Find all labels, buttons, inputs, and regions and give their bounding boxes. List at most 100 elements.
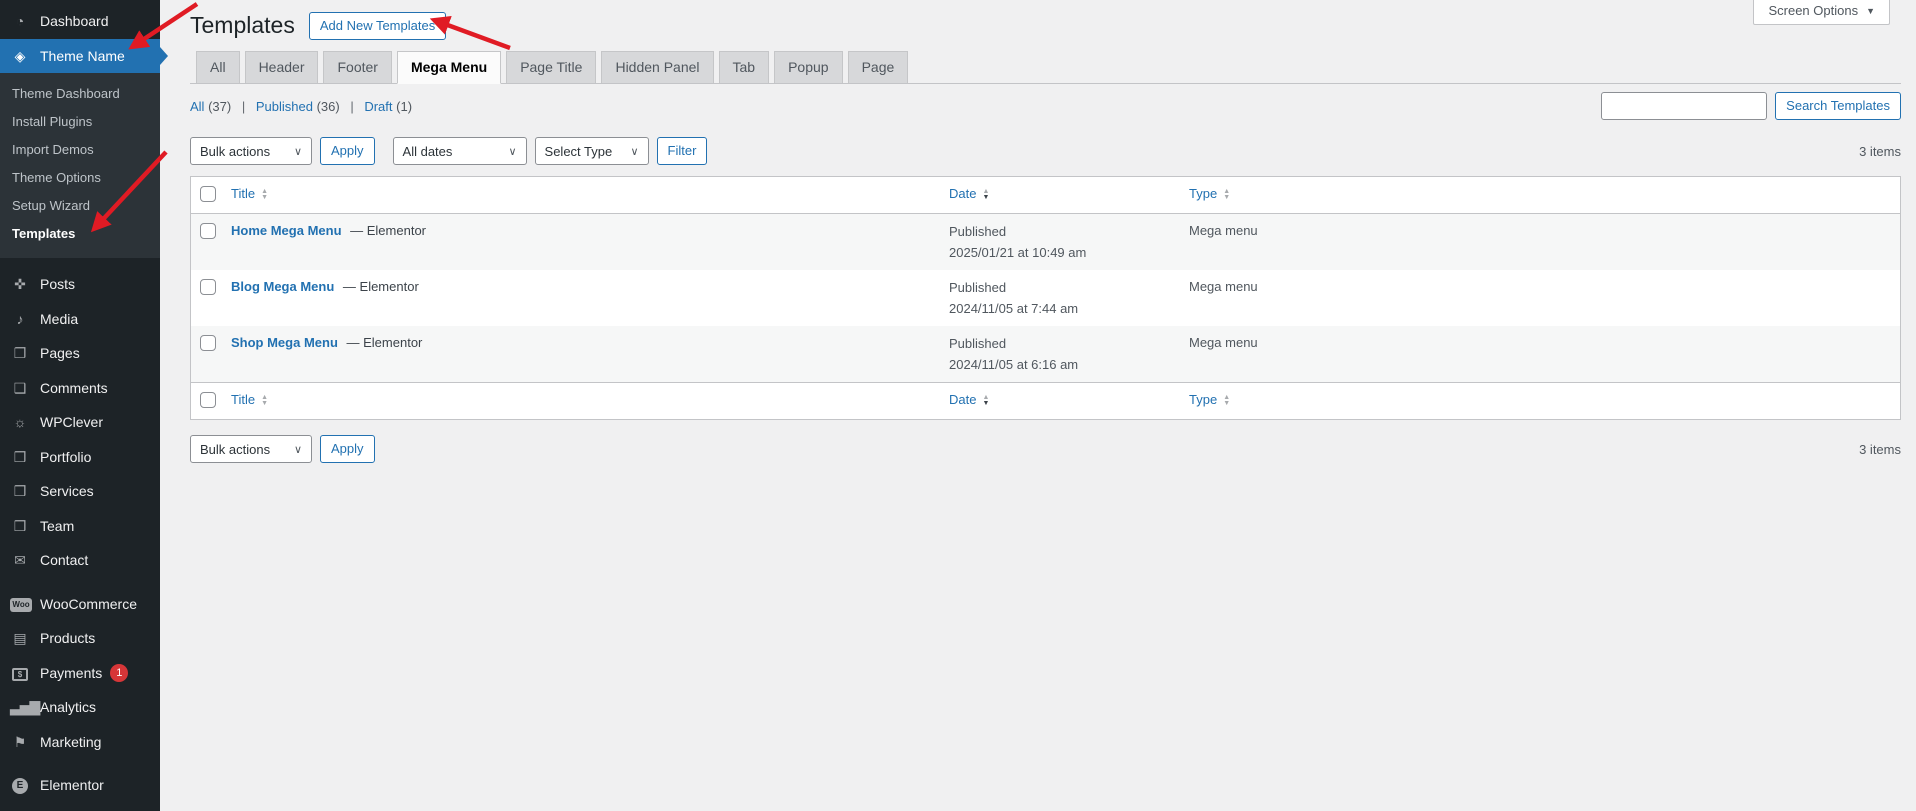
sort-by-type[interactable]: Type <box>1189 186 1217 201</box>
sort-arrows-icon: ▲ ▼ <box>982 187 990 201</box>
tab-page-title[interactable]: Page Title <box>506 51 597 83</box>
sidebar-separator <box>0 759 160 768</box>
bulk-actions-select[interactable]: Bulk actions ∨ <box>190 137 312 165</box>
tab-all[interactable]: All <box>196 51 240 83</box>
screen-options-button[interactable]: Screen Options ▼ <box>1753 0 1890 25</box>
sidebar-item-templates-current[interactable]: Templates <box>0 220 160 248</box>
archive-box-icon: ▤ <box>13 630 27 647</box>
row-status: Published <box>949 280 1007 295</box>
sidebar-item-payments[interactable]: $ Payments 1 <box>0 656 160 691</box>
all-dates-select[interactable]: All dates ∨ <box>392 137 527 165</box>
chevron-down-icon: ∨ <box>293 443 302 456</box>
row-type: Mega menu <box>1189 279 1258 294</box>
elementor-icon: E <box>10 776 30 795</box>
folder-icon: ❒ <box>13 483 27 500</box>
select-type-select[interactable]: Select Type ∨ <box>534 137 649 165</box>
sidebar-separator <box>0 578 160 587</box>
filter-button[interactable]: Filter <box>656 137 708 165</box>
template-title-link[interactable]: Blog Mega Menu <box>231 279 334 294</box>
filter-count-published: (36) <box>316 98 340 114</box>
sidebar-item-team[interactable]: ❒ Team <box>0 509 160 544</box>
sidebar-item-elementor[interactable]: E Elementor <box>0 768 160 803</box>
search-templates-input[interactable] <box>1601 92 1768 120</box>
bulk-actions-select-bottom[interactable]: Bulk actions ∨ <box>190 435 312 463</box>
sidebar-item-label: WooCommerce <box>40 595 137 612</box>
tab-header[interactable]: Header <box>244 51 319 83</box>
tab-tab[interactable]: Tab <box>718 51 770 83</box>
sidebar-item-label: Theme Name <box>40 47 125 64</box>
apply-button[interactable]: Apply <box>320 137 375 165</box>
bar-chart-icon: ▃▅▇ <box>10 699 40 716</box>
sidebar-item-setup-wizard[interactable]: Setup Wizard <box>0 192 160 220</box>
tab-popup[interactable]: Popup <box>774 51 843 83</box>
select-all-checkbox[interactable] <box>200 392 216 408</box>
sidebar-separator <box>0 258 160 267</box>
sidebar-item-import-demos[interactable]: Import Demos <box>0 136 160 164</box>
items-count: 3 items <box>1859 143 1901 159</box>
sidebar-item-theme-options[interactable]: Theme Options <box>0 164 160 192</box>
pin-icon: ✜ <box>14 276 26 293</box>
sidebar-item-theme-name[interactable]: ◈ Theme Name <box>0 38 160 73</box>
sidebar-item-comments[interactable]: ❑ Comments <box>0 371 160 406</box>
row-checkbox[interactable] <box>200 335 216 351</box>
template-title-link[interactable]: Home Mega Menu <box>231 223 342 238</box>
wordpress-admin-templates-page: ◔ Dashboard ◈ Theme Name Theme Dashboard… <box>0 0 1916 811</box>
apply-button-bottom[interactable]: Apply <box>320 435 375 463</box>
tab-hidden-panel[interactable]: Hidden Panel <box>601 51 714 83</box>
sidebar-item-wpclever[interactable]: ☼ WPClever <box>0 405 160 440</box>
sidebar-item-media[interactable]: ♪ Media <box>0 302 160 337</box>
sidebar-item-label: Dashboard <box>40 13 109 30</box>
template-builder-suffix: — Elementor <box>346 335 423 350</box>
sidebar-item-contact[interactable]: ✉ Contact <box>0 543 160 578</box>
sidebar-item-woocommerce[interactable]: Woo WooCommerce <box>0 587 160 622</box>
tab-mega-menu[interactable]: Mega Menu <box>396 51 502 84</box>
row-checkbox[interactable] <box>200 223 216 239</box>
sidebar-item-pages[interactable]: ❐ Pages <box>0 336 160 371</box>
sidebar-item-marketing[interactable]: ⚑ Marketing <box>0 725 160 760</box>
sidebar-item-label: Portfolio <box>40 448 92 465</box>
comment-bubble-icon: ❑ <box>13 379 27 396</box>
filter-link-published[interactable]: Published <box>256 99 313 114</box>
type-filter-value: Select Type <box>544 143 613 159</box>
filter-link-draft[interactable]: Draft <box>364 99 392 114</box>
pages-icon: ❐ <box>13 345 27 362</box>
sidebar-item-label: Analytics <box>40 699 97 716</box>
select-all-checkbox[interactable] <box>200 186 216 202</box>
sort-by-title[interactable]: Title <box>231 186 255 201</box>
sidebar-item-posts[interactable]: ✜ Posts <box>0 267 160 302</box>
screen-options-label: Screen Options <box>1768 3 1859 18</box>
sort-by-date[interactable]: Date <box>949 186 976 201</box>
sidebar-item-label: Products <box>40 630 96 647</box>
folder-icon: ❒ <box>13 448 27 465</box>
sort-by-date[interactable]: Date <box>949 392 976 407</box>
admin-content-area: Screen Options ▼ Templates Add New Templ… <box>160 0 1916 811</box>
tab-page[interactable]: Page <box>847 51 909 83</box>
sidebar-item-label: Media <box>40 310 79 327</box>
sidebar-item-services[interactable]: ❒ Services <box>0 474 160 509</box>
tab-footer[interactable]: Footer <box>323 51 392 83</box>
sidebar-item-portfolio[interactable]: ❒ Portfolio <box>0 440 160 475</box>
sidebar-item-label: Comments <box>40 379 108 396</box>
row-checkbox[interactable] <box>200 279 216 295</box>
filter-link-all[interactable]: All <box>190 99 204 114</box>
template-title-link[interactable]: Shop Mega Menu <box>231 335 338 350</box>
search-templates-button[interactable]: Search Templates <box>1775 92 1901 120</box>
sidebar-item-label: Team <box>40 517 75 534</box>
woocommerce-icon: Woo <box>10 595 32 613</box>
sidebar-item-dashboard[interactable]: ◔ Dashboard <box>0 4 160 39</box>
row-date: 2024/11/05 at 6:16 am <box>949 357 1079 372</box>
items-count: 3 items <box>1859 441 1901 457</box>
row-type: Mega menu <box>1189 335 1258 350</box>
sidebar-item-theme-dashboard[interactable]: Theme Dashboard <box>0 80 160 108</box>
add-new-templates-button[interactable]: Add New Templates <box>308 11 447 40</box>
sidebar-item-products[interactable]: ▤ Products <box>0 621 160 656</box>
sidebar-item-install-plugins[interactable]: Install Plugins <box>0 108 160 136</box>
sidebar-item-analytics[interactable]: ▃▅▇ Analytics <box>0 690 160 725</box>
sort-by-type[interactable]: Type <box>1189 392 1217 407</box>
envelope-icon: ✉ <box>14 552 26 569</box>
sort-arrows-icon: ▲ ▼ <box>261 393 269 407</box>
sidebar-item-label: Elementor <box>40 777 104 794</box>
table-header-row: Title ▲ ▼ Date ▲ ▼ Type ▲ ▼ <box>191 177 1900 214</box>
sort-by-title[interactable]: Title <box>231 392 255 407</box>
megaphone-icon: ⚑ <box>13 733 27 750</box>
